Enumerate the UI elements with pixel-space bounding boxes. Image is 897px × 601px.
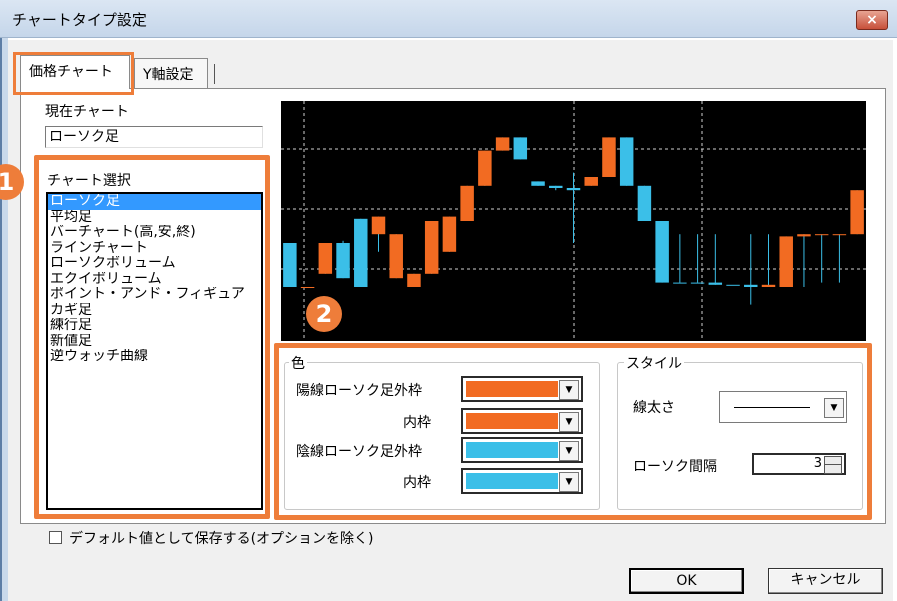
- line-width-label: 線太さ: [633, 400, 675, 416]
- down-outline-color-select[interactable]: ▼: [461, 437, 583, 463]
- up-outline-swatch: [466, 381, 558, 397]
- list-item[interactable]: 平均足: [48, 210, 261, 226]
- down-inner-label: 内枠: [403, 475, 431, 491]
- chart-preview: [281, 101, 866, 341]
- candle-body: [850, 190, 864, 235]
- list-item[interactable]: ローソクボリューム: [48, 256, 261, 272]
- candle-body: [389, 234, 403, 279]
- up-inner-label: 内枠: [403, 415, 431, 431]
- list-item[interactable]: バーチャート(高,安,終): [48, 225, 261, 241]
- list-item[interactable]: エクイボリューム: [48, 272, 261, 288]
- up-inner-swatch: [466, 413, 558, 429]
- spin-arrows-icon[interactable]: [824, 456, 842, 474]
- candle-body: [407, 273, 421, 287]
- candle-body: [495, 137, 510, 151]
- candle-body: [619, 137, 634, 186]
- candle-body: [637, 185, 652, 221]
- badge-2: 2: [306, 296, 342, 332]
- tab-highlight-frame: [13, 52, 134, 95]
- tab-y-axis[interactable]: Y軸設定: [134, 58, 208, 88]
- candle-body: [814, 234, 829, 236]
- chevron-down-icon: ▼: [559, 441, 579, 461]
- list-item[interactable]: カギ足: [48, 303, 261, 319]
- up-outline-label: 陽線ローソク足外枠: [296, 383, 422, 399]
- list-item[interactable]: 逆ウォッチ曲線: [48, 349, 261, 365]
- candle-body: [424, 221, 439, 274]
- candle-body: [584, 177, 598, 186]
- candle-body: [283, 243, 297, 287]
- down-outline-label: 陰線ローソク足外枠: [296, 444, 422, 460]
- window-title: チャートタイプ設定: [12, 11, 147, 29]
- candle-body: [779, 236, 793, 287]
- current-chart-field: ローソク足: [45, 126, 263, 148]
- candle-body: [460, 185, 474, 221]
- candle-body: [300, 287, 315, 288]
- line-width-select[interactable]: ▼: [719, 391, 847, 423]
- candle-body: [673, 282, 687, 284]
- candle-body: [531, 181, 545, 186]
- down-outline-swatch: [466, 442, 558, 458]
- cancel-button[interactable]: キャンセル: [768, 568, 883, 594]
- candle-body: [371, 216, 386, 235]
- list-item[interactable]: ラインチャート: [48, 241, 261, 257]
- list-item[interactable]: 練行足: [48, 318, 261, 334]
- save-default-label: デフォルト値として保存する(オプションを除く): [69, 531, 374, 547]
- candle-body: [797, 234, 811, 237]
- candle-gap-spinner[interactable]: 3: [752, 453, 846, 475]
- list-item[interactable]: 新値足: [48, 334, 261, 350]
- chevron-down-icon: ▼: [559, 412, 579, 432]
- line-width-preview: [734, 407, 810, 408]
- tab-y-axis-label: Y軸設定: [143, 67, 194, 83]
- chevron-down-icon: ▼: [559, 380, 579, 400]
- style-group-title: スタイル: [624, 353, 684, 373]
- candle-body: [478, 150, 492, 186]
- candle-body: [761, 284, 776, 287]
- list-item[interactable]: ローソク足: [48, 194, 261, 210]
- candle-body: [602, 137, 616, 177]
- candle-body: [832, 234, 847, 236]
- close-icon: ×: [866, 12, 878, 28]
- candlestick-preview: [281, 101, 866, 341]
- up-inner-color-select[interactable]: ▼: [461, 408, 583, 434]
- style-group: [617, 362, 863, 510]
- candle-gap-value: 3: [813, 456, 822, 471]
- color-group-title: 色: [289, 353, 307, 373]
- candle-body: [690, 282, 705, 284]
- ok-button[interactable]: OK: [629, 568, 744, 594]
- chart-select-label: チャート選択: [47, 173, 131, 189]
- candle-body: [726, 284, 740, 286]
- candle-body: [513, 137, 528, 160]
- window-border-line: [0, 38, 2, 601]
- chart-type-list[interactable]: ローソク足 平均足 バーチャート(高,安,終) ラインチャート ローソクボリュー…: [46, 192, 263, 510]
- candle-body: [318, 243, 333, 274]
- candle-gap-label: ローソク間隔: [633, 459, 717, 475]
- candle-body: [336, 243, 350, 279]
- chevron-down-icon: ▼: [559, 472, 579, 492]
- chevron-down-icon: ▼: [824, 398, 844, 418]
- up-outline-color-select[interactable]: ▼: [461, 376, 583, 402]
- tab-separator: [214, 64, 215, 84]
- candle-body: [708, 282, 723, 285]
- candle-body: [566, 188, 581, 191]
- candle-body: [655, 221, 669, 283]
- down-inner-swatch: [466, 473, 558, 489]
- down-inner-color-select[interactable]: ▼: [461, 468, 583, 494]
- candle-body: [354, 218, 368, 287]
- candle-body: [442, 216, 457, 252]
- candle-body: [744, 284, 758, 287]
- close-button[interactable]: ×: [856, 10, 888, 30]
- save-default-checkbox[interactable]: [49, 531, 62, 544]
- current-chart-label: 現在チャート: [45, 104, 129, 120]
- list-item[interactable]: ポイント・アンド・フィギュア: [48, 287, 261, 303]
- candle-body: [549, 185, 563, 188]
